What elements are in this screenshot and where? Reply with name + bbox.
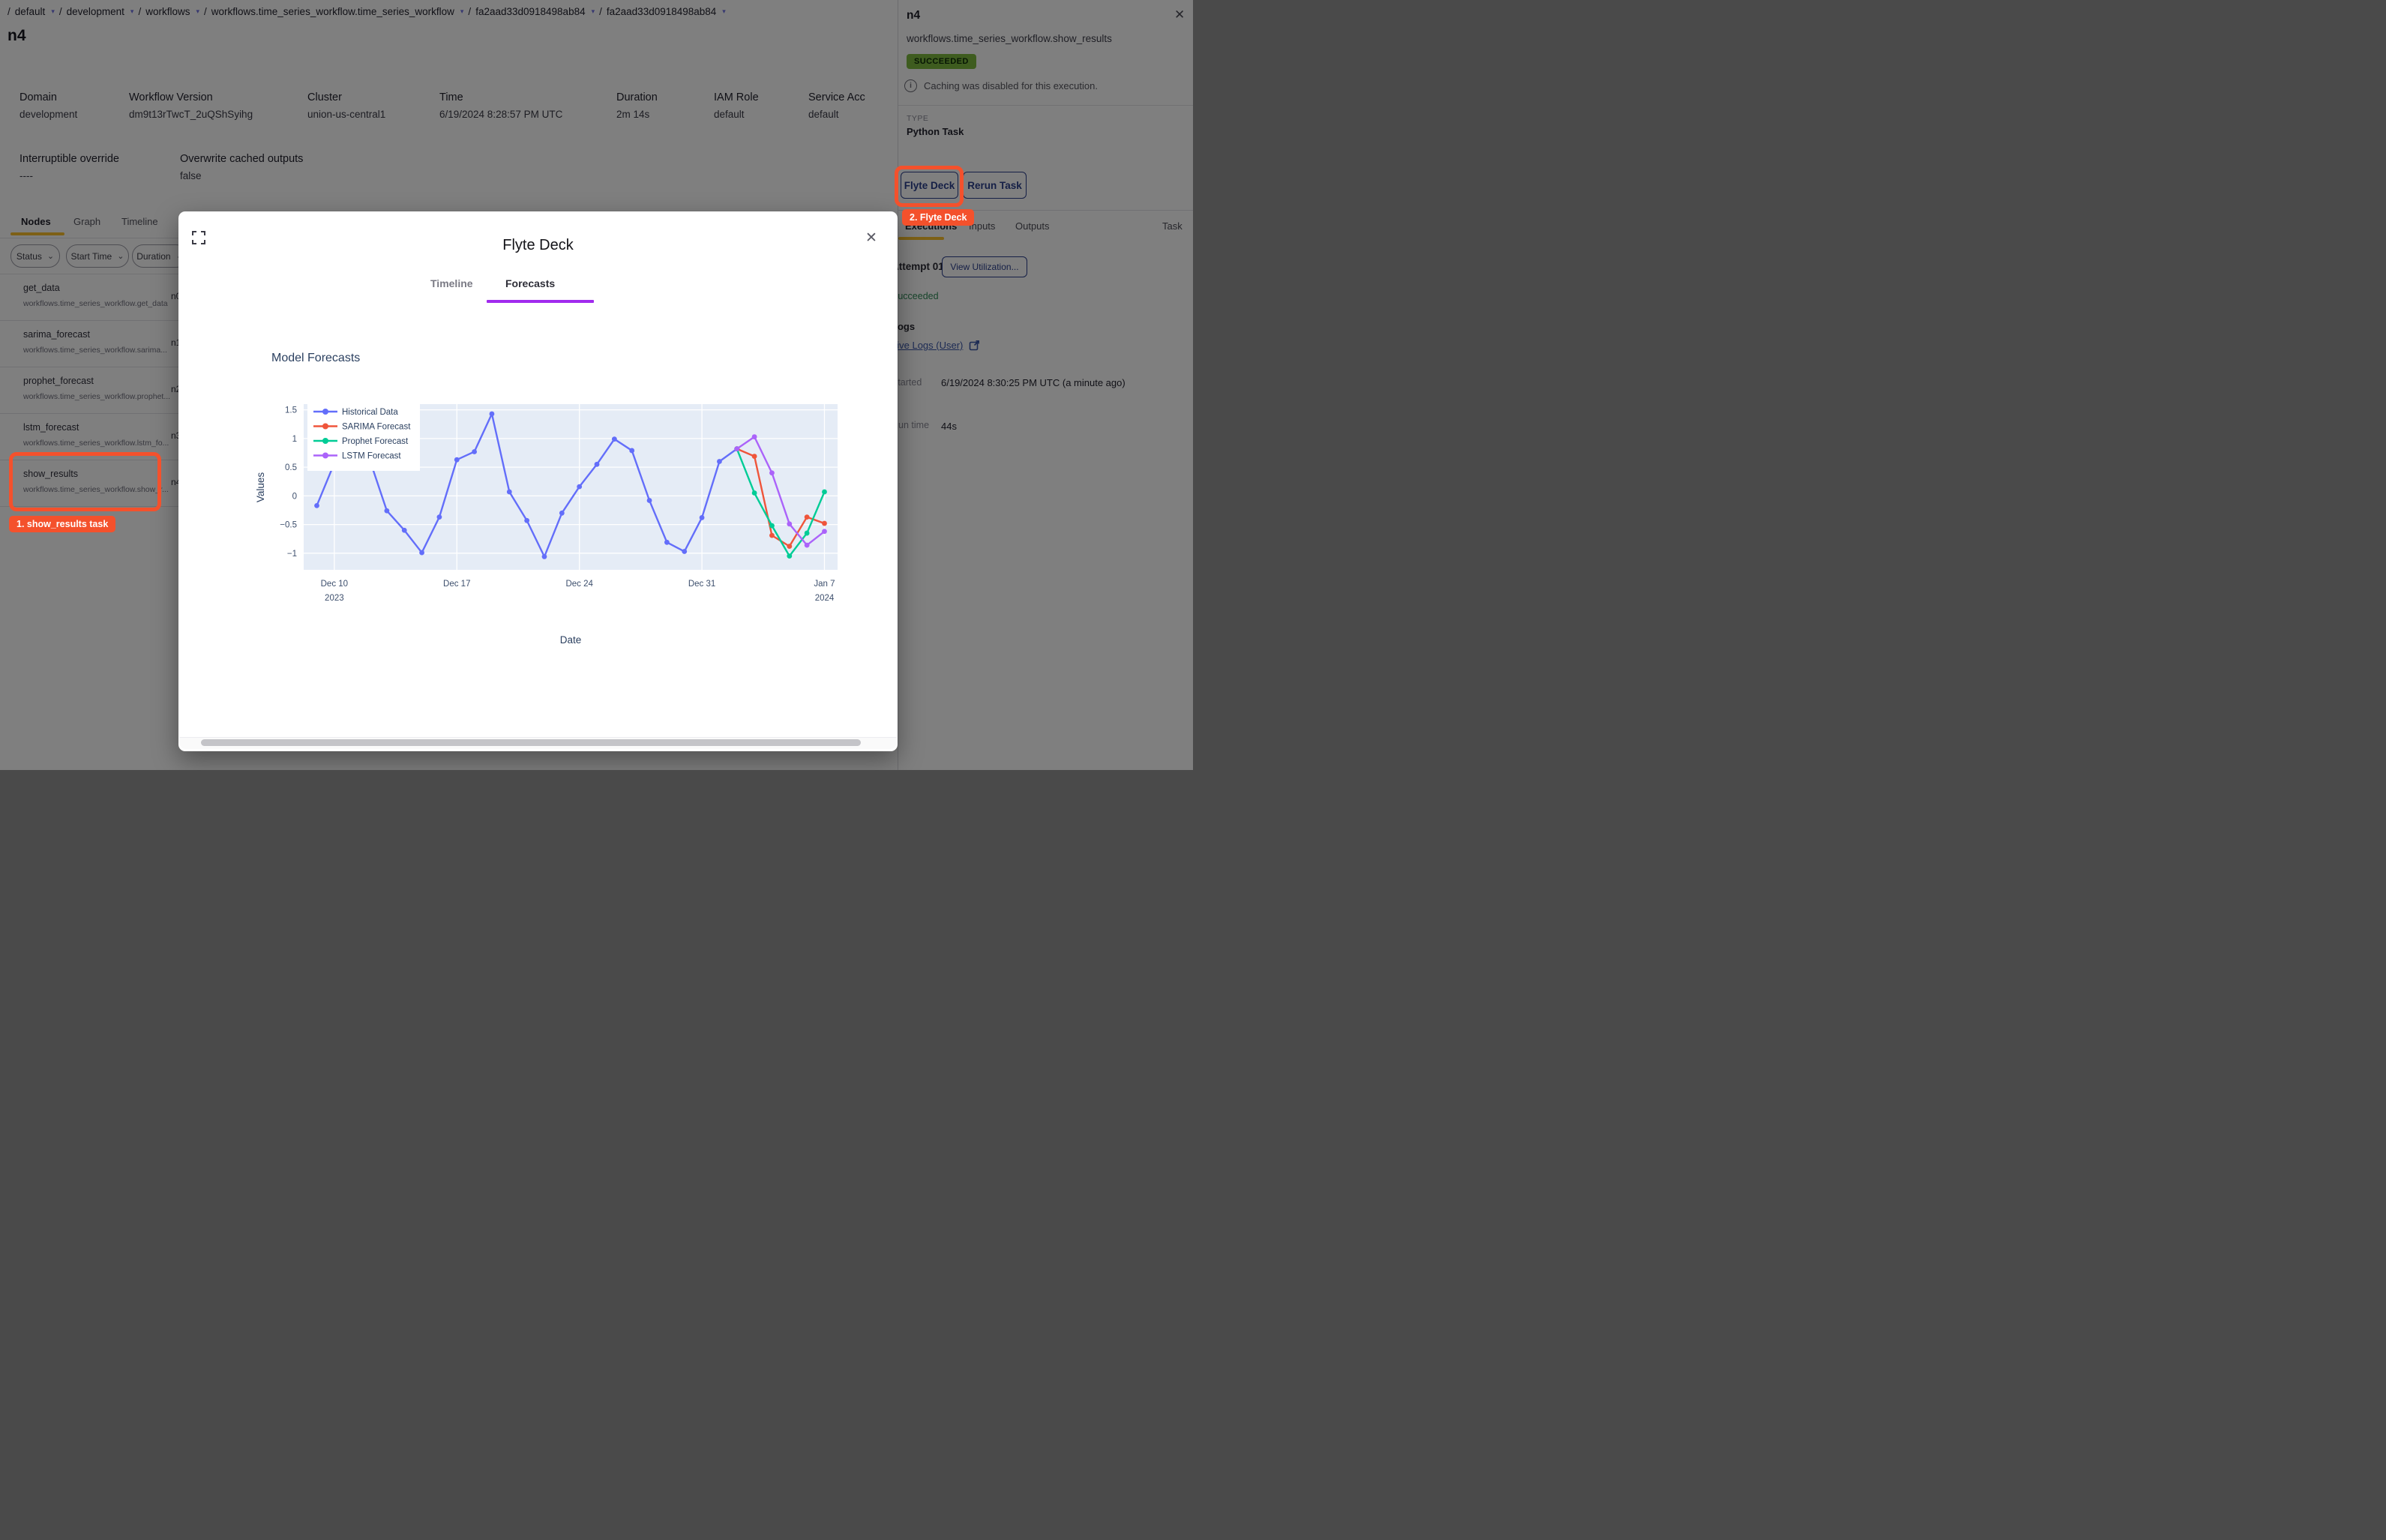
data-point <box>541 554 547 559</box>
close-icon[interactable]: ✕ <box>865 229 877 247</box>
data-point <box>594 461 600 467</box>
y-tick-label: −1 <box>287 550 297 559</box>
data-point <box>489 411 495 417</box>
legend-label: Prophet Forecast <box>342 437 409 446</box>
data-point <box>717 459 722 464</box>
data-point <box>822 520 827 526</box>
y-tick-label: 1.5 <box>285 406 297 415</box>
data-point <box>524 517 530 523</box>
data-point <box>751 434 757 439</box>
x-tick-sublabel: 2024 <box>815 594 835 603</box>
data-point <box>699 515 705 520</box>
active-deck-tab-underline <box>487 300 594 303</box>
deck-tab-forecasts[interactable]: Forecasts <box>505 277 555 289</box>
data-point <box>787 553 793 559</box>
y-tick-label: 0 <box>292 492 297 501</box>
data-point <box>419 550 424 556</box>
x-tick-label: Dec 31 <box>688 580 715 589</box>
data-point <box>611 436 617 442</box>
data-point <box>314 502 319 508</box>
data-point <box>436 514 442 520</box>
legend-swatch-dot <box>322 452 328 459</box>
chart-title: Model Forecasts <box>271 352 360 364</box>
data-point <box>682 549 688 554</box>
y-tick-label: 1 <box>292 435 297 444</box>
legend-label: SARIMA Forecast <box>342 423 411 432</box>
data-point <box>787 544 793 550</box>
data-point <box>822 489 827 495</box>
forecast-chart: Model Forecasts Values Date 1.5 1 0.5 0 −0.5… <box>255 352 838 646</box>
data-point <box>804 514 810 520</box>
data-point <box>506 489 512 495</box>
modal-title: Flyte Deck <box>502 237 574 253</box>
data-point <box>559 510 565 516</box>
deck-tab-timeline[interactable]: Timeline <box>430 277 473 289</box>
app-root: / default ▾ / development ▾ / workflows … <box>0 0 1193 770</box>
y-tick-label: −0.5 <box>280 521 297 530</box>
data-point <box>769 532 775 538</box>
x-tick-label: Jan 7 <box>814 580 835 589</box>
annotation-badge-step2: 2. Flyte Deck <box>902 209 975 226</box>
data-point <box>577 484 583 490</box>
data-point <box>751 454 757 459</box>
chart-legend[interactable]: Historical Data SARIMA Forecast Prophet Fo… <box>307 396 420 471</box>
data-point <box>629 448 635 454</box>
data-point <box>734 446 740 452</box>
x-tick-label: Dec 17 <box>443 580 470 589</box>
data-point <box>769 470 775 476</box>
y-axis-title: Values <box>255 472 266 503</box>
data-point <box>384 508 390 514</box>
data-point <box>822 529 827 535</box>
y-tick-label: 0.5 <box>285 463 297 472</box>
data-point <box>472 449 478 454</box>
data-point <box>664 539 670 545</box>
legend-swatch-dot <box>322 409 328 415</box>
annotation-badge-step1: 1. show_results task <box>9 516 116 532</box>
modal-scrollbar-thumb[interactable] <box>201 739 861 746</box>
data-point <box>401 527 407 533</box>
legend-label: Historical Data <box>342 408 398 417</box>
flyte-deck-modal: Flyte Deck ✕ Timeline Forecasts Model Fo… <box>178 211 898 751</box>
x-axis-title: Date <box>560 634 582 646</box>
data-point <box>787 521 793 527</box>
x-tick-label: Dec 10 <box>321 580 348 589</box>
data-point <box>454 457 460 463</box>
data-point <box>769 523 775 529</box>
legend-label: LSTM Forecast <box>342 452 401 461</box>
x-tick-label: Dec 24 <box>565 580 593 589</box>
data-point <box>646 498 652 503</box>
data-point <box>751 490 757 496</box>
legend-swatch-dot <box>322 423 328 430</box>
legend-swatch-dot <box>322 438 328 444</box>
data-point <box>804 542 810 548</box>
data-point <box>804 530 810 536</box>
x-tick-sublabel: 2023 <box>325 594 344 603</box>
